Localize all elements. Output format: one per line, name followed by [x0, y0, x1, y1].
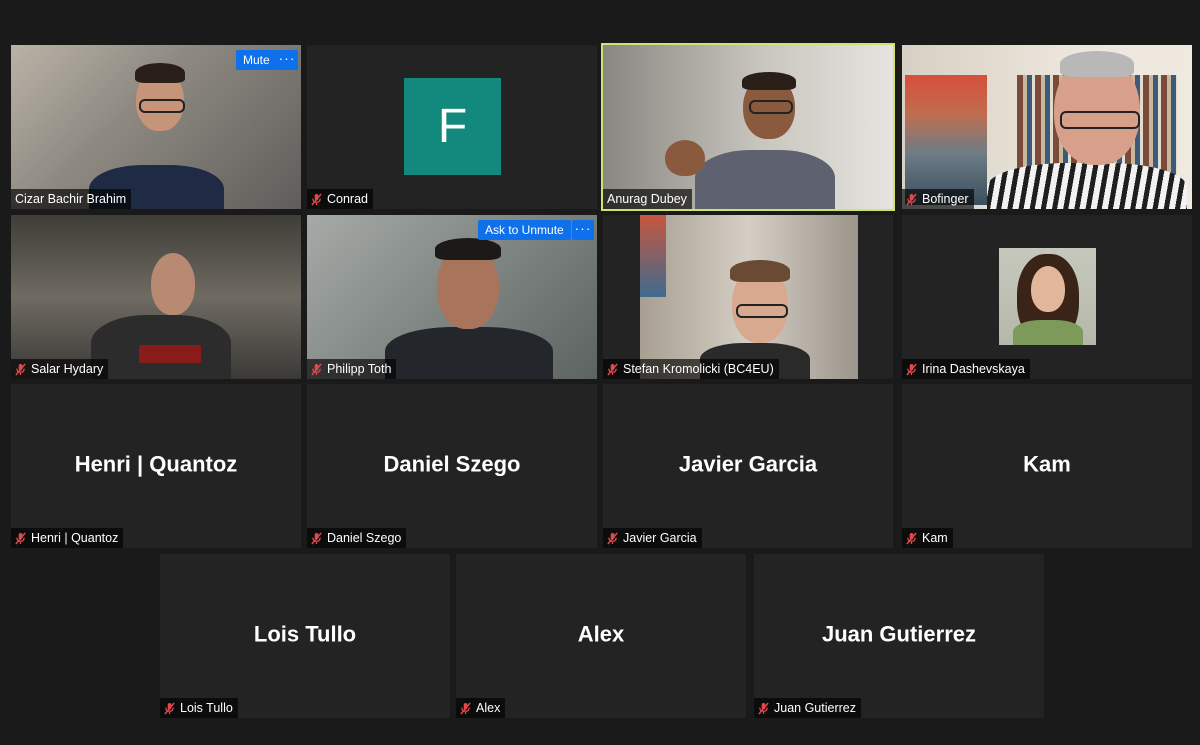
participant-tile-cizar[interactable]: Mute ··· Cizar Bachir Brahim	[11, 45, 301, 209]
person-hair	[742, 72, 796, 90]
participant-name-label: Stefan Kromolicki (BC4EU)	[603, 359, 779, 379]
participant-name: Lois Tullo	[180, 701, 233, 715]
participant-display-name: Daniel Szego	[383, 451, 521, 477]
participant-name: Bofinger	[922, 192, 969, 206]
participant-name: Salar Hydary	[31, 362, 104, 376]
participant-name: Anurag Dubey	[607, 192, 687, 206]
participant-name-label: Cizar Bachir Brahim	[11, 189, 132, 209]
ask-to-unmute-button[interactable]: Ask to Unmute	[478, 220, 571, 240]
painting	[905, 75, 987, 205]
participant-video	[640, 215, 858, 379]
mic-muted-icon	[607, 363, 618, 376]
participant-name-label: Juan Gutierrez	[754, 698, 861, 718]
person-hand	[665, 140, 705, 176]
mic-muted-icon	[311, 532, 322, 545]
mic-muted-icon	[311, 193, 322, 206]
participant-name: Kam	[922, 531, 948, 545]
person-head	[151, 253, 195, 315]
participant-name-label: Javier Garcia	[603, 528, 702, 548]
mic-muted-icon	[15, 532, 26, 545]
glasses	[1060, 111, 1140, 129]
person-hair	[435, 238, 501, 260]
mic-muted-icon	[311, 363, 322, 376]
participant-video	[603, 45, 893, 209]
participant-name-label: Bofinger	[902, 189, 974, 209]
person-head	[1031, 266, 1065, 312]
participant-tile-philipp[interactable]: Ask to Unmute ··· Philipp Toth	[307, 215, 597, 379]
participant-tile-alex[interactable]: Alex Alex	[456, 554, 746, 718]
person-hair	[730, 260, 790, 282]
participant-tile-henri[interactable]: Henri | Quantoz Henri | Quantoz	[11, 384, 301, 548]
glasses	[139, 99, 185, 113]
participant-name: Philipp Toth	[327, 362, 392, 376]
participant-name: Stefan Kromolicki (BC4EU)	[623, 362, 774, 376]
more-options-button[interactable]: ···	[276, 50, 298, 70]
participant-tile-kam[interactable]: Kam Kam	[902, 384, 1192, 548]
participant-tile-bofinger[interactable]: Bofinger	[902, 45, 1192, 209]
mic-muted-icon	[758, 702, 769, 715]
person-torso	[1013, 320, 1083, 345]
participant-name-label: Daniel Szego	[307, 528, 407, 548]
participant-tile-javier[interactable]: Javier Garcia Javier Garcia	[603, 384, 893, 548]
participant-tile-salar[interactable]: Salar Hydary	[11, 215, 301, 379]
participant-name: Javier Garcia	[623, 531, 697, 545]
participant-display-name: Javier Garcia	[678, 451, 818, 477]
participant-name-label: Philipp Toth	[307, 359, 397, 379]
participant-video	[11, 215, 301, 379]
participant-name-label: Kam	[902, 528, 953, 548]
participant-name: Cizar Bachir Brahim	[15, 192, 127, 206]
participant-tile-lois[interactable]: Lois Tullo Lois Tullo	[160, 554, 450, 718]
participant-name-label: Irina Dashevskaya	[902, 359, 1030, 379]
participant-video	[902, 45, 1192, 209]
participant-display-name: Henri | Quantoz	[74, 451, 238, 477]
profile-photo	[999, 248, 1096, 345]
participant-name: Henri | Quantoz	[31, 531, 119, 545]
mic-muted-icon	[164, 702, 175, 715]
participant-name: Juan Gutierrez	[774, 701, 856, 715]
participant-name-label: Alex	[456, 698, 506, 718]
person-torso	[695, 150, 835, 209]
mic-muted-icon	[906, 363, 917, 376]
glasses	[736, 304, 788, 318]
participant-tile-anurag[interactable]: Anurag Dubey	[601, 43, 895, 211]
participant-tile-irina[interactable]: Irina Dashevskaya	[902, 215, 1192, 379]
participant-tile-juan[interactable]: Juan Gutierrez Juan Gutierrez	[754, 554, 1044, 718]
participant-tile-conrad[interactable]: F Conrad	[307, 45, 597, 209]
participant-name-label: Anurag Dubey	[603, 189, 692, 209]
person-hair	[1060, 51, 1134, 77]
poster	[640, 215, 666, 297]
glasses	[749, 100, 793, 114]
person-torso	[385, 327, 553, 379]
person-hair	[135, 63, 185, 83]
participant-name: Irina Dashevskaya	[922, 362, 1025, 376]
participant-display-name: Juan Gutierrez	[821, 621, 977, 647]
participant-display-name: Kam	[1023, 451, 1071, 477]
participant-name: Daniel Szego	[327, 531, 402, 545]
participant-name-label: Lois Tullo	[160, 698, 238, 718]
participant-display-name: Lois Tullo	[253, 621, 357, 647]
mute-button[interactable]: Mute	[236, 50, 277, 70]
participant-name: Conrad	[327, 192, 368, 206]
mic-muted-icon	[906, 193, 917, 206]
mic-muted-icon	[15, 363, 26, 376]
mic-muted-icon	[906, 532, 917, 545]
mic-muted-icon	[460, 702, 471, 715]
participant-name: Alex	[476, 701, 501, 715]
participant-name-label: Conrad	[307, 189, 373, 209]
participant-display-name: Alex	[577, 621, 625, 647]
participant-tile-daniel[interactable]: Daniel Szego Daniel Szego	[307, 384, 597, 548]
avatar: F	[404, 78, 501, 175]
participant-tile-stefan[interactable]: Stefan Kromolicki (BC4EU)	[603, 215, 893, 379]
person-torso	[987, 163, 1187, 209]
participant-name-label: Henri | Quantoz	[11, 528, 124, 548]
more-options-button[interactable]: ···	[572, 220, 594, 240]
mic-muted-icon	[607, 532, 618, 545]
shirt-logo	[139, 345, 201, 363]
participant-name-label: Salar Hydary	[11, 359, 109, 379]
